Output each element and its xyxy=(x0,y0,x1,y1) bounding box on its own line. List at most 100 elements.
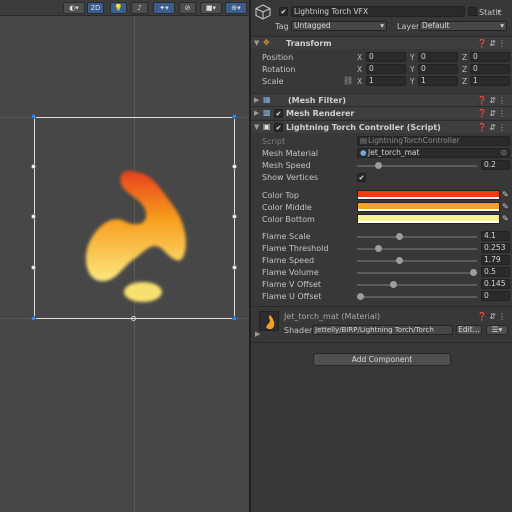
slider-knob[interactable] xyxy=(395,257,403,264)
mesh-filter-header[interactable]: ▶ ▦ (Mesh Filter) ❓⇵⋮ xyxy=(251,93,512,106)
flame-v-offset-field[interactable]: 0.145 xyxy=(481,279,510,289)
component-menu-icons[interactable]: ❓⇵⋮ xyxy=(477,109,508,118)
corner-handle[interactable] xyxy=(232,114,237,119)
torch-controller-enabled-checkbox[interactable]: ✔ xyxy=(274,123,283,132)
flame-threshold-field[interactable]: 0.253 xyxy=(481,243,510,253)
gameobject-name-field[interactable]: Lightning Torch VFX xyxy=(291,6,465,17)
axis-x-label: X xyxy=(357,77,363,86)
foldout-arrow-icon[interactable]: ▶ xyxy=(255,330,260,338)
audio-toggle[interactable]: ♪ xyxy=(131,2,148,14)
rotation-x-field[interactable]: 0 xyxy=(366,64,406,74)
flame-scale-row: Flame Scale 4.1 xyxy=(251,231,512,243)
flame-u-offset-field[interactable]: 0 xyxy=(481,291,510,301)
color-middle-row: Color Middle ✎ xyxy=(251,202,512,214)
mesh-renderer-enabled-checkbox[interactable]: ✔ xyxy=(274,109,283,118)
flame-scale-slider[interactable] xyxy=(357,233,477,240)
eyedropper-icon[interactable]: ✎ xyxy=(502,214,509,223)
edge-handle[interactable] xyxy=(31,214,36,219)
tag-dropdown[interactable]: Untagged ▾ xyxy=(291,21,387,31)
flame-v-offset-slider[interactable] xyxy=(357,281,477,288)
edge-handle[interactable] xyxy=(232,164,237,169)
corner-handle[interactable] xyxy=(232,316,237,321)
transform-header[interactable]: ▼ ✥ Transform ❓⇵⋮ xyxy=(251,36,512,49)
foldout-arrow-icon[interactable]: ▶ xyxy=(254,109,259,117)
color-bottom-swatch[interactable] xyxy=(357,214,500,224)
torch-controller-header[interactable]: ▼ ▣ ✔ Lightning Torch Controller (Script… xyxy=(251,120,512,133)
slider-knob[interactable] xyxy=(395,233,403,240)
color-bottom-row: Color Bottom ✎ xyxy=(251,214,512,226)
eyedropper-icon[interactable]: ✎ xyxy=(502,202,509,211)
add-component-button[interactable]: Add Component xyxy=(313,353,451,366)
color-middle-swatch[interactable] xyxy=(357,202,500,212)
foldout-arrow-icon[interactable]: ▼ xyxy=(254,123,259,131)
edge-handle[interactable] xyxy=(232,265,237,270)
color-middle-label: Color Middle xyxy=(262,203,312,212)
position-z-field[interactable]: 0 xyxy=(470,52,510,62)
transform-title: Transform xyxy=(286,39,332,48)
color-top-swatch[interactable] xyxy=(357,190,500,200)
mesh-renderer-icon: ▩ xyxy=(263,108,271,117)
scale-y-field[interactable]: 1 xyxy=(418,76,458,86)
visibility-icon: ⊘ xyxy=(184,4,191,12)
color-top-row: Color Top ✎ xyxy=(251,190,512,202)
shader-edit-button[interactable]: Edit... xyxy=(456,325,482,335)
foldout-arrow-icon[interactable]: ▼ xyxy=(254,39,259,47)
show-vertices-checkbox[interactable]: ✔ xyxy=(357,173,366,182)
mesh-speed-slider[interactable] xyxy=(357,162,477,169)
slider-knob[interactable] xyxy=(375,162,383,169)
flame-scale-field[interactable]: 4.1 xyxy=(481,231,510,241)
rotation-label: Rotation xyxy=(262,65,296,74)
flame-speed-slider[interactable] xyxy=(357,257,477,264)
rotation-y-field[interactable]: 0 xyxy=(418,64,458,74)
edge-handle[interactable] xyxy=(31,164,36,169)
slider-knob[interactable] xyxy=(357,293,364,300)
flame-speed-field[interactable]: 1.79 xyxy=(481,255,510,265)
component-menu-icons[interactable]: ❓⇵⋮ xyxy=(477,39,508,48)
mesh-renderer-header[interactable]: ▶ ▩ ✔ Mesh Renderer ❓⇵⋮ xyxy=(251,106,512,119)
2d-mode-button[interactable]: 2D xyxy=(87,2,104,14)
effects-toggle[interactable]: ✦▾ xyxy=(153,2,175,14)
scene-view[interactable]: ◐▾ 2D 💡 ♪ ✦▾ ⊘ ■▾ ⊕▾ xyxy=(0,0,249,512)
rotation-z-field[interactable]: 0 xyxy=(470,64,510,74)
slider-knob[interactable] xyxy=(469,269,477,276)
constrain-proportions-icon[interactable]: ⛓ xyxy=(343,76,353,85)
component-menu-icons[interactable]: ❓⇵⋮ xyxy=(477,123,508,132)
flame-volume-slider[interactable] xyxy=(357,269,477,276)
scale-z-field[interactable]: 1 xyxy=(470,76,510,86)
edge-handle[interactable] xyxy=(232,214,237,219)
material-preview-thumbnail[interactable] xyxy=(259,311,279,331)
position-x-field[interactable]: 0 xyxy=(366,52,406,62)
shader-options-button[interactable]: ☰▾ xyxy=(486,325,508,335)
gameobject-active-checkbox[interactable]: ✔ xyxy=(279,7,288,16)
flame-threshold-slider[interactable] xyxy=(357,245,477,252)
component-menu-icons[interactable]: ❓⇵⋮ xyxy=(477,96,508,105)
object-picker-icon[interactable]: ⊙ xyxy=(501,149,507,157)
component-menu-icons[interactable]: ❓⇵⋮ xyxy=(477,312,508,321)
gizmos-button[interactable]: ⊕▾ xyxy=(225,2,247,14)
flame-threshold-row: Flame Threshold 0.253 xyxy=(251,243,512,255)
corner-handle[interactable] xyxy=(31,316,36,321)
scale-x-field[interactable]: 1 xyxy=(366,76,406,86)
foldout-arrow-icon[interactable]: ▶ xyxy=(254,96,259,104)
static-checkbox[interactable] xyxy=(468,7,477,16)
pivot-handle[interactable] xyxy=(131,316,136,321)
corner-handle[interactable] xyxy=(31,114,36,119)
eyedropper-icon[interactable]: ✎ xyxy=(502,190,509,199)
lighting-toggle[interactable]: 💡 xyxy=(110,2,127,14)
edge-handle[interactable] xyxy=(31,265,36,270)
slider-knob[interactable] xyxy=(375,245,383,252)
rect-transform-bounds[interactable] xyxy=(34,117,235,319)
mesh-speed-row: Mesh Speed 0.2 xyxy=(251,160,512,172)
static-dropdown-arrow-icon[interactable]: ▾ xyxy=(497,7,501,16)
flame-volume-field[interactable]: 0.5 xyxy=(481,267,510,277)
position-y-field[interactable]: 0 xyxy=(418,52,458,62)
scene-visibility-toggle[interactable]: ⊘ xyxy=(179,2,196,14)
camera-button[interactable]: ■▾ xyxy=(200,2,222,14)
mesh-material-field[interactable]: ● Jet_torch_mat ⊙ xyxy=(357,148,510,158)
shader-dropdown[interactable]: Jettelly/BIRP/Lightning Torch/Torch xyxy=(312,325,453,335)
mesh-speed-field[interactable]: 0.2 xyxy=(481,160,510,170)
flame-u-offset-slider[interactable] xyxy=(357,293,477,300)
shading-mode-button[interactable]: ◐▾ xyxy=(63,2,85,14)
layer-dropdown[interactable]: Default ▾ xyxy=(419,21,507,31)
slider-knob[interactable] xyxy=(389,281,397,288)
